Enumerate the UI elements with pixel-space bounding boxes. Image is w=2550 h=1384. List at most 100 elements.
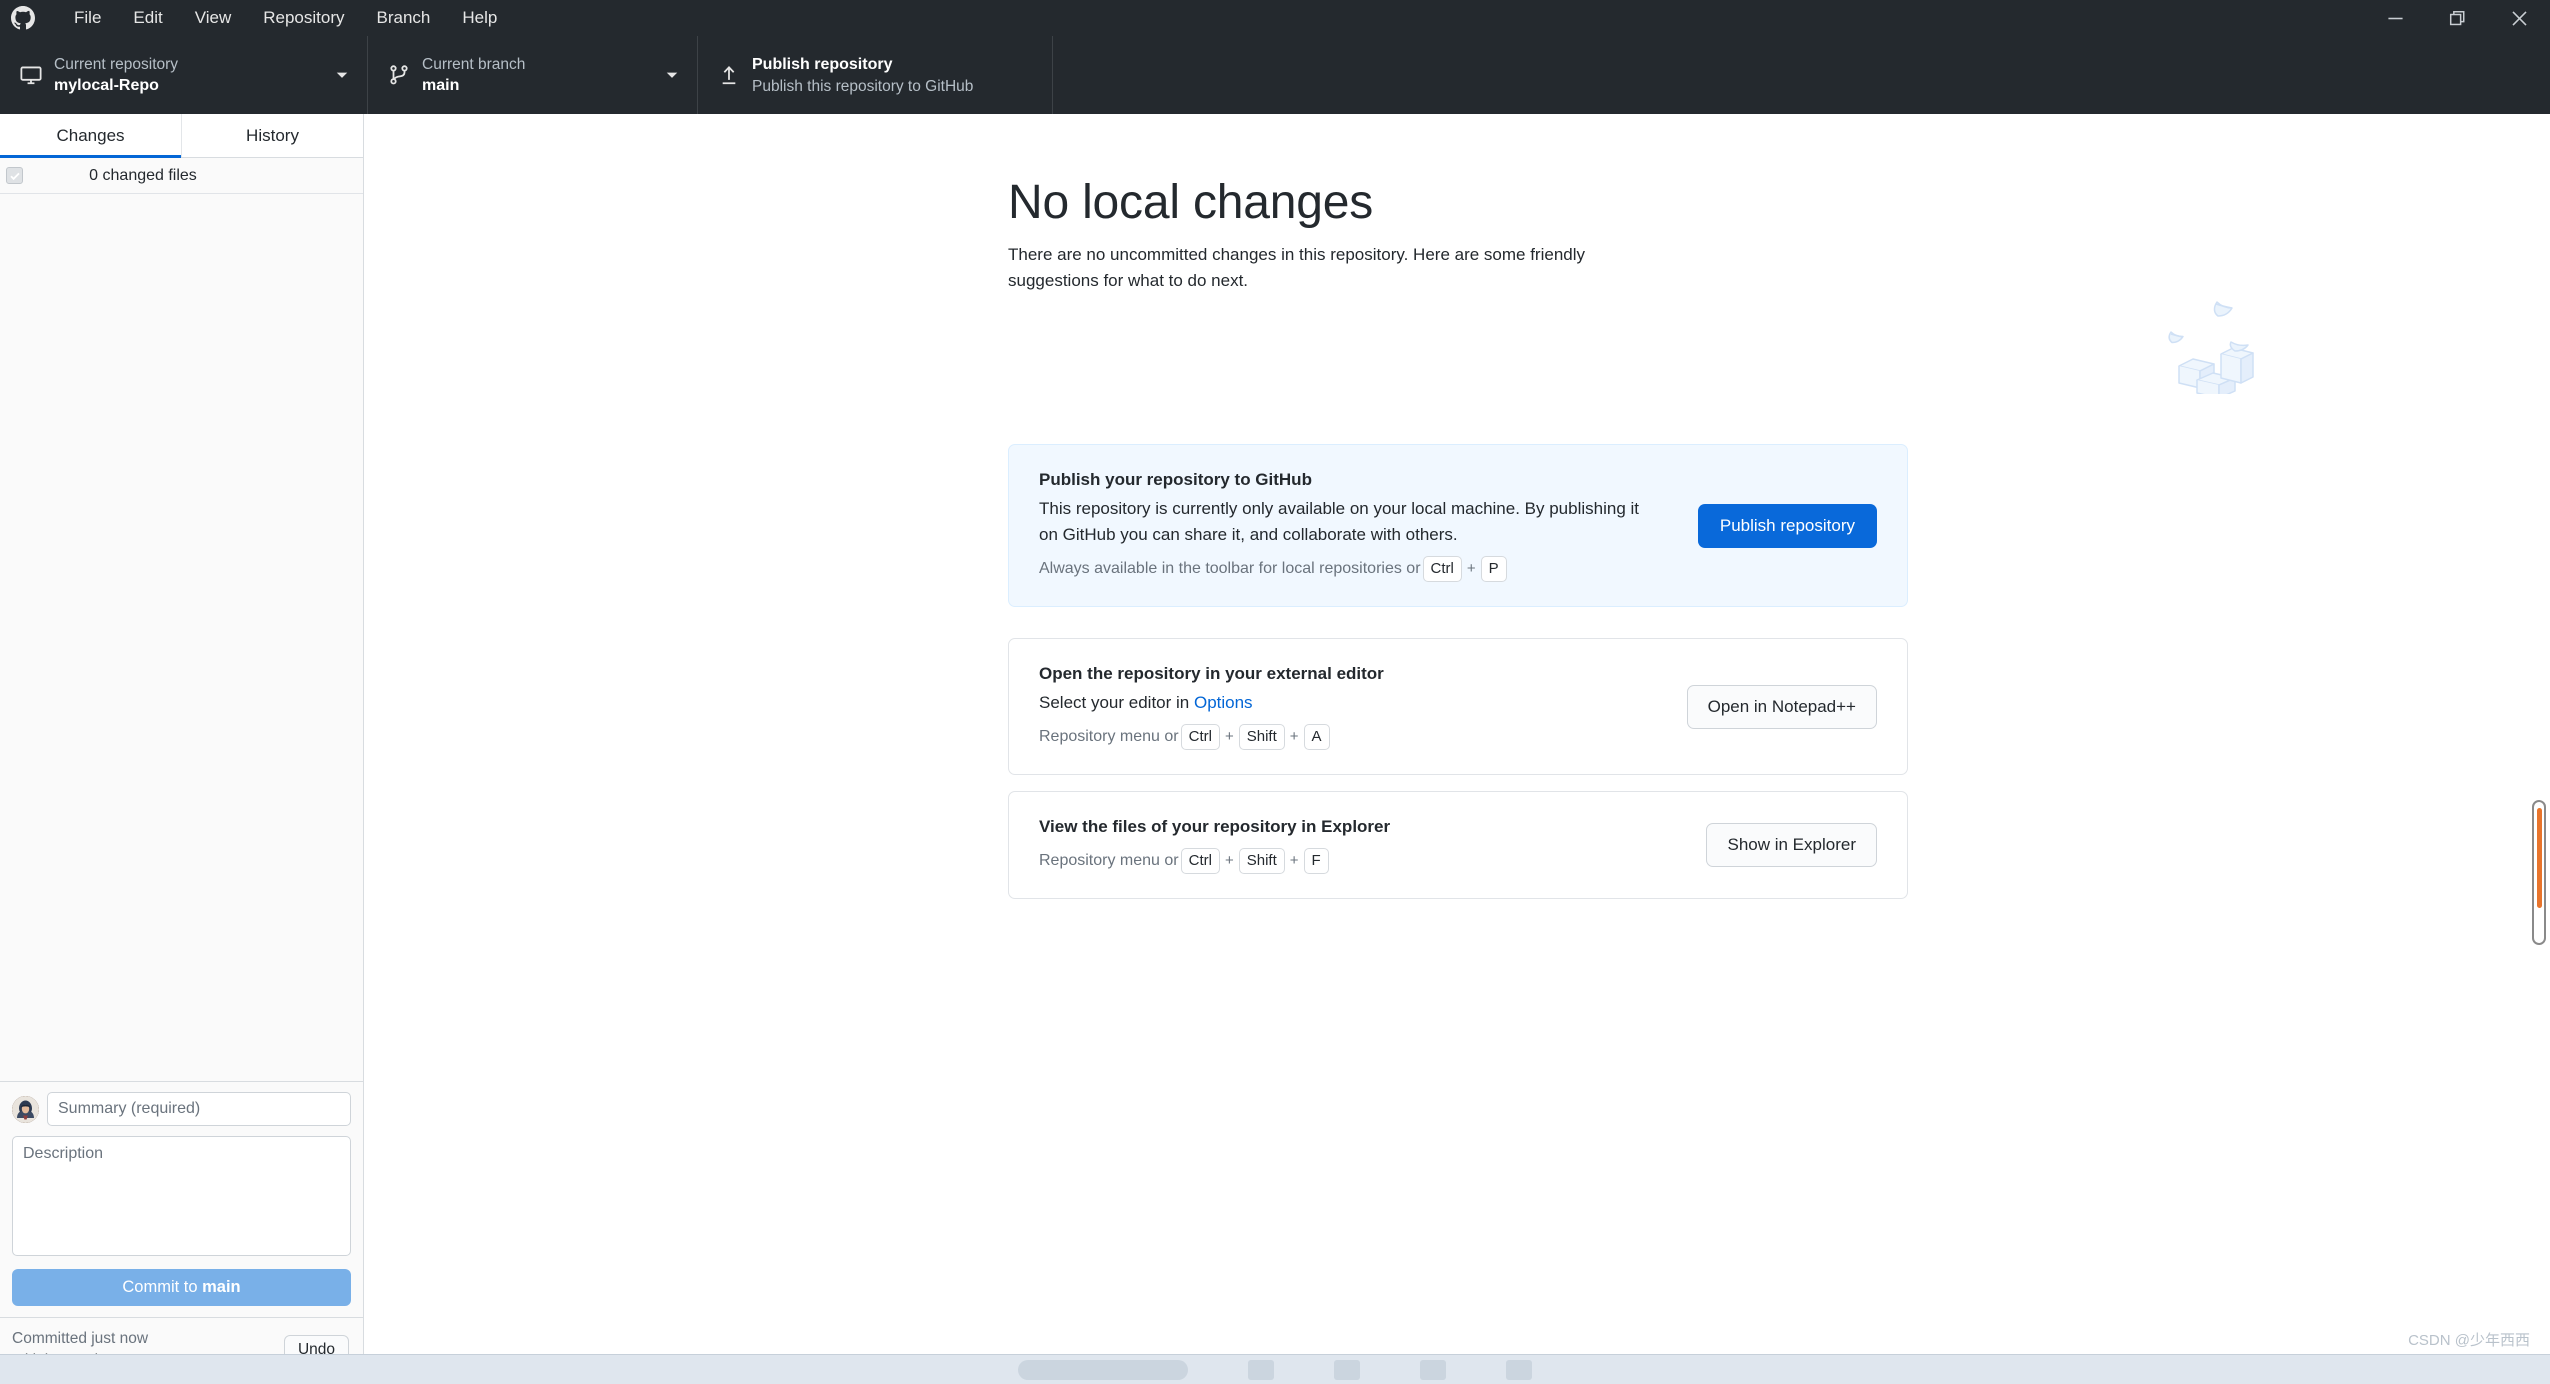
current-repository-selector[interactable]: Current repository mylocal-Repo (0, 36, 368, 114)
kbd-plus: + (1224, 728, 1234, 745)
commit-summary-row (12, 1092, 351, 1126)
publish-repository-button[interactable]: Publish repository (1697, 503, 1877, 548)
editor-card-description: Select your editor in Options (1039, 690, 1639, 716)
kbd-ctrl: Ctrl (1180, 848, 1220, 874)
blank-slate-hero: No local changes There are no uncommitte… (1008, 174, 1908, 294)
editor-card-hint: Repository menu or Ctrl + Shift + A (1039, 722, 1663, 752)
paper-boats-and-boxes-illustration (2147, 284, 2267, 399)
open-in-editor-button[interactable]: Open in Notepad++ (1686, 684, 1877, 729)
kbd-shift: Shift (1238, 848, 1285, 874)
publish-card-hint-text: Always available in the toolbar for loca… (1039, 560, 1421, 577)
kbd-plus: + (1224, 852, 1234, 869)
changed-files-list (0, 194, 363, 1081)
explorer-card-action: Show in Explorer (1706, 823, 1877, 867)
chevron-down-icon (331, 68, 353, 82)
no-changes-blank-slate: No local changes There are no uncommitte… (365, 114, 2550, 1384)
commit-description-input[interactable] (12, 1136, 351, 1256)
toolbar: Current repository mylocal-Repo Current … (0, 36, 2550, 114)
menu-item-help[interactable]: Help (446, 0, 513, 36)
explorer-card-title: View the files of your repository in Exp… (1039, 817, 1391, 836)
kbd-plus: + (1466, 560, 1476, 577)
sidebar-tabs: Changes History (0, 114, 363, 158)
taskbar-app-icon[interactable] (1334, 1359, 1360, 1380)
kbd-plus: + (1289, 728, 1299, 745)
commit-summary-input[interactable] (47, 1092, 351, 1126)
tab-changes[interactable]: Changes (0, 114, 181, 158)
github-desktop-window: File Edit View Repository Branch Help Cu… (0, 0, 2550, 1384)
publish-card-body: Publish your repository to GitHub This r… (1039, 467, 1698, 584)
publish-repository-card: Publish your repository to GitHub This r… (1008, 444, 1908, 607)
taskbar-app-icon[interactable] (1248, 1359, 1274, 1380)
commit-form: Commit to main (0, 1081, 363, 1317)
avatar (12, 1095, 39, 1123)
current-repository-label: Current repository (54, 55, 179, 73)
kbd-plus: + (1289, 852, 1299, 869)
editor-card-body: Open the repository in your external edi… (1039, 661, 1687, 752)
menu-item-branch[interactable]: Branch (361, 0, 447, 36)
kbd-ctrl: Ctrl (1180, 724, 1220, 750)
tab-history[interactable]: History (181, 114, 363, 157)
maximize-restore-icon[interactable] (2426, 0, 2488, 36)
main-content: No local changes There are no uncommitte… (365, 114, 2550, 1384)
tab-history-label: History (246, 125, 299, 145)
menu-bar: File Edit View Repository Branch Help (58, 0, 513, 36)
windows-taskbar (0, 1354, 2550, 1384)
editor-card-title: Open the repository in your external edi… (1039, 664, 1384, 683)
options-link[interactable]: Options (1194, 693, 1253, 712)
publish-repository-toolbar-button[interactable]: Publish repository Publish this reposito… (698, 36, 1053, 114)
tab-changes-label: Changes (56, 125, 125, 145)
current-branch-label: Current branch (422, 55, 526, 73)
taskbar-search[interactable] (1018, 1359, 1188, 1380)
window-controls (2364, 0, 2550, 36)
commit-button-prefix: Commit to (122, 1278, 203, 1296)
select-all-checkbox[interactable] (6, 167, 23, 184)
show-in-explorer-card: View the files of your repository in Exp… (1008, 791, 1908, 899)
commit-to-branch-button[interactable]: Commit to main (12, 1269, 351, 1306)
editor-card-action: Open in Notepad++ (1686, 684, 1877, 729)
kbd-shift: Shift (1238, 724, 1285, 750)
publish-repository-title: Publish repository (752, 55, 893, 73)
close-icon[interactable] (2488, 0, 2550, 36)
open-external-editor-card: Open the repository in your external edi… (1008, 638, 1908, 775)
explorer-card-body: View the files of your repository in Exp… (1039, 814, 1706, 876)
page-description: There are no uncommitted changes in this… (1008, 245, 1586, 290)
menu-item-file[interactable]: File (58, 0, 117, 36)
menu-item-repository[interactable]: Repository (247, 0, 360, 36)
taskbar-app-icon[interactable] (1506, 1359, 1532, 1380)
github-logo-icon (6, 1, 40, 35)
kbd-ctrl: Ctrl (1422, 556, 1462, 582)
menu-item-view[interactable]: View (179, 0, 248, 36)
menu-item-edit[interactable]: Edit (117, 0, 178, 36)
toolbar-empty-space (1053, 36, 2550, 114)
explorer-card-hint-text: Repository menu or (1039, 852, 1179, 869)
changed-files-header: 0 changed files (0, 158, 363, 194)
git-branch-icon (382, 64, 416, 86)
title-bar: File Edit View Repository Branch Help (0, 0, 2550, 36)
minimize-icon[interactable] (2364, 0, 2426, 36)
current-branch-selector[interactable]: Current branch main (368, 36, 698, 114)
taskbar-app-icon[interactable] (1420, 1359, 1446, 1380)
sidebar: Changes History 0 changed files Summary … (0, 114, 364, 1384)
publish-card-hint: Always available in the toolbar for loca… (1039, 554, 1674, 584)
publish-card-action: Publish repository (1697, 503, 1877, 548)
editor-card-hint-text: Repository menu or (1039, 728, 1179, 745)
scrollbar-thumb[interactable] (2536, 808, 2542, 908)
desktop-monitor-icon (14, 64, 48, 86)
publish-card-description: This repository is currently only availa… (1039, 499, 1640, 544)
kbd-a: A (1303, 724, 1330, 750)
vertical-scrollbar[interactable] (2532, 800, 2546, 945)
commit-button-branch: main (202, 1278, 241, 1296)
kbd-p: P (1480, 556, 1507, 582)
upload-arrow-icon (712, 64, 746, 86)
explorer-card-hint: Repository menu or Ctrl + Shift + F (1039, 846, 1682, 876)
publish-repository-subtitle: Publish this repository to GitHub (752, 77, 974, 95)
show-in-explorer-button[interactable]: Show in Explorer (1706, 823, 1877, 867)
publish-card-title: Publish your repository to GitHub (1039, 470, 1312, 489)
current-repository-name: mylocal-Repo (54, 76, 159, 94)
chevron-down-icon (661, 68, 683, 82)
watermark: CSDN @少年西西 (2408, 1332, 2530, 1349)
commit-status-text: Committed just now (12, 1330, 149, 1347)
kbd-f: F (1303, 848, 1329, 874)
page-title: No local changes (1008, 176, 1374, 229)
editor-card-description-text: Select your editor in (1039, 693, 1194, 712)
